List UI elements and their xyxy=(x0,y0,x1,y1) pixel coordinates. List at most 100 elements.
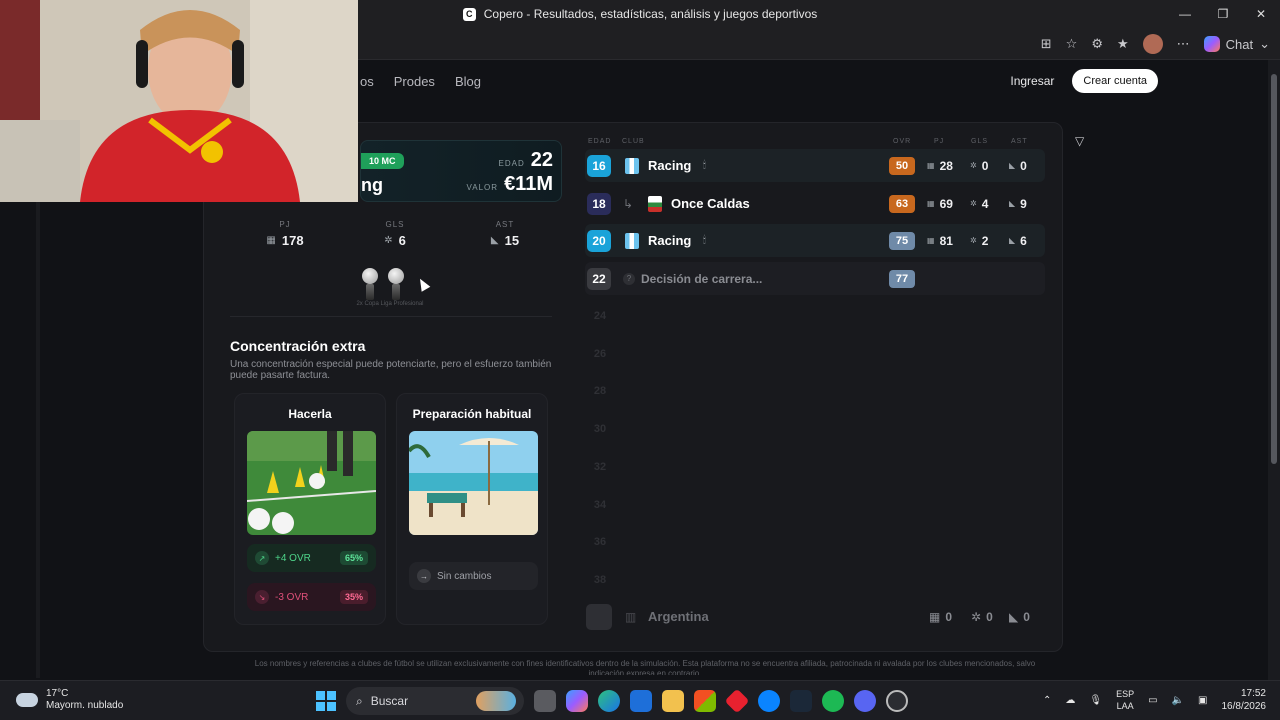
stat-ast: AST ◣ 15 xyxy=(450,220,560,248)
ast-value: 9 xyxy=(1020,196,1027,211)
option-hacerla[interactable]: Hacerla ↗ +4 OVR 65% ↘ -3 OVR 35% xyxy=(234,393,386,625)
career-row[interactable]: 20 Racing 🕯 75 ▦ 81 ✲ 2 ◣ 6 xyxy=(585,224,1045,257)
jersey-icon[interactable]: ▽ xyxy=(1075,134,1084,148)
nav-link-blog[interactable]: Blog xyxy=(455,74,481,89)
file-explorer-icon[interactable] xyxy=(662,690,684,712)
player-stats: PJ ▦ 178 GLS ✲ 6 AST ◣ 15 xyxy=(230,220,560,248)
mail-icon[interactable] xyxy=(630,690,652,712)
cloud-icon xyxy=(16,693,38,707)
row-ast: ◣ 6 xyxy=(1009,234,1027,248)
outcome-positive: ↗ +4 OVR 65% xyxy=(247,544,376,572)
microsoft-store-icon[interactable] xyxy=(694,690,716,712)
favorite-star-icon[interactable]: ☆ xyxy=(1066,36,1078,52)
player-status-icon: 🕯 xyxy=(703,235,706,246)
copilot-app-icon[interactable] xyxy=(566,690,588,712)
future-age: 28 xyxy=(593,385,607,397)
ovr-badge: 50 xyxy=(889,156,915,175)
discord-icon[interactable] xyxy=(854,690,876,712)
search-label: Buscar xyxy=(370,694,409,708)
stat-pj: PJ ▦ 178 xyxy=(230,220,340,248)
favorites-icon[interactable]: ★ xyxy=(1117,36,1129,52)
outcome-neutral: → Sin cambios xyxy=(409,562,538,590)
auth-actions: Ingresar Crear cuenta xyxy=(1010,69,1158,93)
network-icon[interactable]: ▭ xyxy=(1148,695,1157,706)
outcome-label: +4 OVR xyxy=(275,552,311,564)
tray-chevron-icon[interactable]: ⌃ xyxy=(1043,695,1051,706)
edge-browser-icon[interactable] xyxy=(598,690,620,712)
argentina-flag-icon xyxy=(586,604,612,630)
restore-icon[interactable]: ❐ xyxy=(1204,0,1242,28)
career-row[interactable]: 16 Racing 🕯 50 ▦ 28 ✲ 0 ◣ 0 xyxy=(585,149,1045,182)
shirt-icon: ▦ xyxy=(929,610,941,624)
header-gls: GLS xyxy=(971,138,989,145)
age-badge: 20 xyxy=(587,229,611,252)
stat-gls: GLS ✲ 6 xyxy=(340,220,450,248)
national-team-name: Argentina xyxy=(648,609,709,624)
obs-icon[interactable] xyxy=(886,690,908,712)
help-icon[interactable] xyxy=(758,690,780,712)
windows-start-icon[interactable] xyxy=(316,691,336,711)
option-preparacion-habitual[interactable]: Preparación habitual → Sin cambios xyxy=(396,393,548,625)
copilot-chat-button[interactable]: Chat ⌄ xyxy=(1203,36,1270,52)
age-badge: 18 xyxy=(587,192,611,215)
national-pj: ▦ 0 xyxy=(929,610,952,624)
age-label: EDAD xyxy=(498,159,525,168)
volume-icon[interactable]: 🔈 xyxy=(1172,695,1184,706)
task-view-icon[interactable] xyxy=(534,690,556,712)
ball-icon: ✲ xyxy=(970,236,977,245)
more-menu-icon[interactable]: ⋯ xyxy=(1177,36,1190,52)
scrollbar-thumb[interactable] xyxy=(1271,74,1277,464)
shirt-icon: ▦ xyxy=(927,236,935,245)
taskbar-search[interactable]: ⌕ Buscar xyxy=(346,687,524,715)
position-badge: 10 MC xyxy=(361,153,404,169)
racing-crest-icon xyxy=(625,232,639,249)
outcome-negative: ↘ -3 OVR 35% xyxy=(247,583,376,611)
header-ast: AST xyxy=(1011,138,1028,145)
header-edad: EDAD xyxy=(588,138,612,145)
outcome-label: -3 OVR xyxy=(275,591,309,603)
trophy-cabinet[interactable] xyxy=(362,268,404,304)
age-badge: 16 xyxy=(587,154,611,177)
steam-icon[interactable] xyxy=(790,690,812,712)
battery-icon[interactable]: ▣ xyxy=(1198,695,1207,706)
chat-label: Chat xyxy=(1225,36,1254,52)
signup-button[interactable]: Crear cuenta xyxy=(1072,69,1158,93)
system-tray: ⌃ ☁ 🎙 ESP LAA ▭ 🔈 ▣ 17:52 16/8/2026 xyxy=(1043,687,1266,713)
club-name: Racing xyxy=(648,158,692,173)
pj-value: 69 xyxy=(939,196,953,211)
racing-crest-icon xyxy=(625,157,639,174)
row-ast: ◣ 9 xyxy=(1009,197,1027,211)
onedrive-icon[interactable]: ☁ xyxy=(1065,695,1075,706)
row-gls: ✲ 2 xyxy=(970,234,988,248)
ball-icon: ✲ xyxy=(970,161,977,170)
profile-avatar[interactable] xyxy=(1142,34,1163,54)
red-app-icon[interactable] xyxy=(724,688,750,714)
close-icon[interactable]: ✕ xyxy=(1242,0,1280,28)
spotify-icon[interactable] xyxy=(822,690,844,712)
extensions-icon[interactable]: ⚙ xyxy=(1091,36,1103,52)
page-scrollbar[interactable] xyxy=(1268,60,1280,680)
weather-widget[interactable]: 17°C Mayorm. nublado xyxy=(16,688,123,712)
player-name: ng xyxy=(361,175,383,195)
beach-image xyxy=(409,431,538,535)
nav-link-juegos[interactable]: os xyxy=(360,74,374,89)
apps-icon[interactable]: ⊞ xyxy=(1041,36,1052,52)
webcam-overlay xyxy=(0,0,358,202)
minimize-icon[interactable]: — xyxy=(1166,0,1204,28)
national-team-row[interactable]: ▥ Argentina ▦ 0 ✲ 0 ◣ 0 xyxy=(585,602,1045,632)
taskbar-apps: ⌕ Buscar xyxy=(316,687,908,715)
nav-link-prodes[interactable]: Prodes xyxy=(394,74,435,89)
trophy-icon xyxy=(362,268,378,304)
career-row-pending[interactable]: 22 ? Decisión de carrera... 77 xyxy=(585,262,1045,295)
career-row[interactable]: 18 ↳ Once Caldas 63 ▦ 69 ✲ 4 ◣ 9 xyxy=(585,187,1045,220)
future-age: 30 xyxy=(593,423,607,435)
stat-label: GLS xyxy=(385,220,405,229)
shirt-icon: ▦ xyxy=(927,161,935,170)
clock[interactable]: 17:52 16/8/2026 xyxy=(1222,687,1267,713)
stat-value: 178 xyxy=(281,233,304,248)
language-indicator[interactable]: ESP LAA xyxy=(1116,688,1134,712)
microphone-icon[interactable]: 🎙 xyxy=(1089,695,1102,706)
login-link[interactable]: Ingresar xyxy=(1010,74,1054,88)
value-amount: €11M xyxy=(504,173,553,195)
ast-value: 0 xyxy=(1023,610,1030,624)
